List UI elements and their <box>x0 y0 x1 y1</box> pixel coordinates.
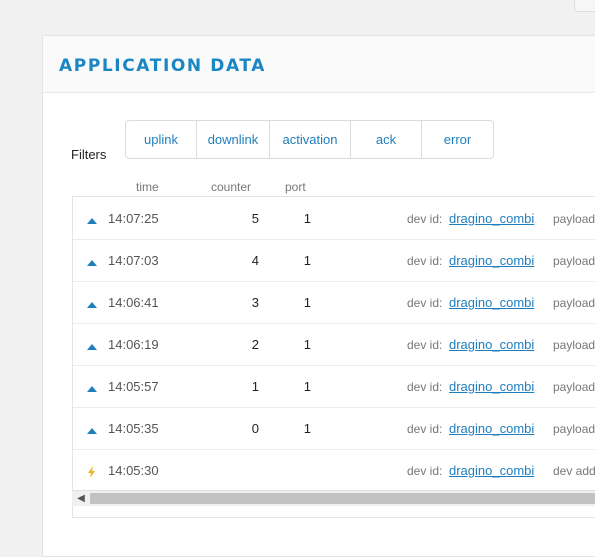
scroll-left-arrow-icon[interactable]: ◀ <box>75 491 87 506</box>
row-payload-label: payload <box>553 338 595 352</box>
row-port: 1 <box>303 211 311 226</box>
row-payload-label: payload <box>553 422 595 436</box>
row-counter: 0 <box>251 421 259 436</box>
card-header: APPLICATION DATA <box>43 36 595 93</box>
row-devid-link[interactable]: dragino_combi <box>449 379 534 395</box>
row-devid-label: dev id: <box>407 212 443 226</box>
row-counter: 5 <box>251 211 259 226</box>
row-devid-label: dev id: <box>407 296 443 310</box>
uplink-arrow-icon <box>86 258 98 266</box>
scrollbar-thumb[interactable] <box>90 493 595 504</box>
uplink-arrow-icon <box>86 384 98 392</box>
uplink-arrow-icon <box>86 342 98 350</box>
filter-ack-button[interactable]: ack <box>351 121 422 158</box>
column-header-port: port <box>285 180 306 194</box>
filter-button-group: uplink downlink activation ack error <box>125 120 494 159</box>
row-time: 14:06:41 <box>108 295 159 310</box>
row-payload-label: payload <box>553 254 595 268</box>
row-devid-link[interactable]: dragino_combi <box>449 421 534 437</box>
row-counter: 2 <box>251 337 259 352</box>
column-header-time: time <box>136 180 159 194</box>
row-devid-link[interactable]: dragino_combi <box>449 337 534 353</box>
horizontal-scrollbar[interactable]: ◀ <box>72 490 595 506</box>
filter-error-button[interactable]: error <box>422 121 493 158</box>
row-devid-label: dev id: <box>407 422 443 436</box>
filter-activation-button[interactable]: activation <box>270 121 351 158</box>
row-payload-label: payload <box>553 212 595 226</box>
row-devid-label: dev id: <box>407 380 443 394</box>
table-row[interactable]: 14:05:57 1 1 dev id: dragino_combi payload <box>73 365 595 408</box>
row-port: 1 <box>303 379 311 394</box>
uplink-arrow-icon <box>86 300 98 308</box>
row-time: 14:07:03 <box>108 253 159 268</box>
row-devid-label: dev id: <box>407 464 443 478</box>
filter-uplink-button[interactable]: uplink <box>126 121 197 158</box>
row-devid-link[interactable]: dragino_combi <box>449 463 534 479</box>
table-row[interactable]: 14:07:25 5 1 dev id: dragino_combi payload <box>73 197 595 240</box>
activation-bolt-icon <box>86 465 98 478</box>
row-time: 14:07:25 <box>108 211 159 226</box>
table-row[interactable]: 14:07:03 4 1 dev id: dragino_combi payload <box>73 239 595 282</box>
row-devid-label: dev id: <box>407 254 443 268</box>
row-time: 14:05:57 <box>108 379 159 394</box>
row-port: 1 <box>303 253 311 268</box>
filter-downlink-button[interactable]: downlink <box>197 121 270 158</box>
row-counter: 4 <box>251 253 259 268</box>
row-devid-label: dev id: <box>407 338 443 352</box>
row-counter: 1 <box>251 379 259 394</box>
table-row[interactable]: 14:06:19 2 1 dev id: dragino_combi payload <box>73 323 595 366</box>
table-row[interactable]: 14:06:41 3 1 dev id: dragino_combi payload <box>73 281 595 324</box>
row-time: 14:05:30 <box>108 463 159 478</box>
traffic-list: 14:07:25 5 1 dev id: dragino_combi payload 14:… <box>72 196 595 518</box>
uplink-arrow-icon <box>86 216 98 224</box>
row-counter: 3 <box>251 295 259 310</box>
row-port: 1 <box>303 337 311 352</box>
row-port: 1 <box>303 295 311 310</box>
row-devid-link[interactable]: dragino_combi <box>449 295 534 311</box>
row-payload-label: payload <box>553 296 595 310</box>
top-corner-control[interactable] <box>574 0 595 12</box>
uplink-arrow-icon <box>86 426 98 434</box>
table-row[interactable]: 14:05:35 0 1 dev id: dragino_combi payload <box>73 407 595 450</box>
row-time: 14:06:19 <box>108 337 159 352</box>
row-payload-label: payload <box>553 380 595 394</box>
row-time: 14:05:35 <box>108 421 159 436</box>
row-devid-link[interactable]: dragino_combi <box>449 211 534 227</box>
row-port: 1 <box>303 421 311 436</box>
row-devid-link[interactable]: dragino_combi <box>449 253 534 269</box>
page-title: APPLICATION DATA <box>59 56 267 76</box>
column-header-counter: counter <box>211 180 252 194</box>
filters-label: Filters <box>71 147 107 162</box>
table-row[interactable]: 14:05:30 dev id: dragino_combi dev addr <box>73 449 595 492</box>
row-payload-label: dev addr <box>553 464 595 478</box>
